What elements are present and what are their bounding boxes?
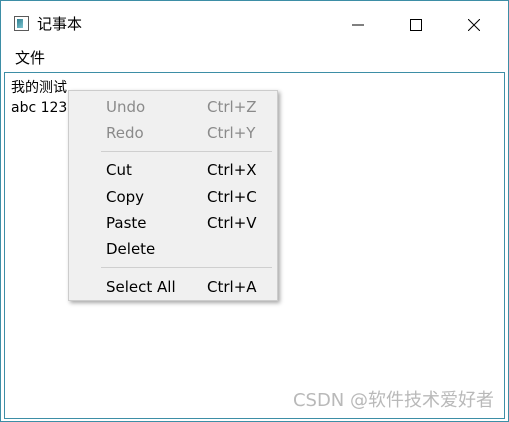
menu-item-label: Undo bbox=[106, 98, 146, 116]
menu-item-shortcut: Ctrl+Z bbox=[207, 98, 257, 116]
menu-item-label: Redo bbox=[106, 124, 144, 142]
watermark: CSDN @软件技术爱好者 bbox=[292, 390, 494, 411]
menu-item-shortcut: Ctrl+V bbox=[207, 214, 257, 232]
menu-file[interactable]: 文件 bbox=[15, 48, 45, 68]
close-icon bbox=[468, 18, 480, 31]
maximize-button[interactable] bbox=[393, 1, 439, 48]
menu-item-label: Delete bbox=[106, 240, 156, 258]
menu-item-delete[interactable]: Delete bbox=[69, 237, 277, 261]
menu-bar: 文件 bbox=[1, 48, 508, 72]
menu-item-redo[interactable]: Redo Ctrl+Y bbox=[69, 121, 277, 145]
maximize-icon bbox=[410, 18, 422, 31]
menu-separator bbox=[101, 267, 272, 268]
menu-item-select-all[interactable]: Select All Ctrl+A bbox=[69, 275, 277, 299]
minimize-button[interactable] bbox=[335, 1, 381, 48]
editor-line-1: 我的测试 bbox=[11, 80, 67, 96]
menu-item-undo[interactable]: Undo Ctrl+Z bbox=[69, 95, 277, 119]
menu-separator bbox=[101, 151, 272, 152]
menu-item-cut[interactable]: Cut Ctrl+X bbox=[69, 158, 277, 182]
menu-item-paste[interactable]: Paste Ctrl+V bbox=[69, 211, 277, 235]
title-bar[interactable]: 记事本 bbox=[1, 1, 508, 48]
menu-item-shortcut: Ctrl+C bbox=[207, 188, 257, 206]
close-button[interactable] bbox=[451, 1, 497, 48]
menu-item-copy[interactable]: Copy Ctrl+C bbox=[69, 185, 277, 209]
notepad-icon bbox=[14, 16, 29, 31]
menu-item-label: Select All bbox=[106, 278, 176, 296]
editor-line-2: abc 123 bbox=[11, 100, 68, 116]
window-title: 记事本 bbox=[37, 15, 83, 33]
menu-item-label: Paste bbox=[106, 214, 147, 232]
notepad-window: 记事本 文件 我的测试 abc 123 CSDN @软件技术爱好者 Undo C… bbox=[0, 0, 509, 422]
context-menu: Undo Ctrl+Z Redo Ctrl+Y Cut Ctrl+X Copy … bbox=[68, 90, 278, 301]
menu-item-shortcut: Ctrl+A bbox=[207, 278, 257, 296]
menu-item-label: Cut bbox=[106, 161, 132, 179]
minimize-icon bbox=[352, 24, 364, 25]
menu-item-shortcut: Ctrl+Y bbox=[207, 124, 256, 142]
menu-item-shortcut: Ctrl+X bbox=[207, 161, 257, 179]
menu-item-label: Copy bbox=[106, 188, 145, 206]
